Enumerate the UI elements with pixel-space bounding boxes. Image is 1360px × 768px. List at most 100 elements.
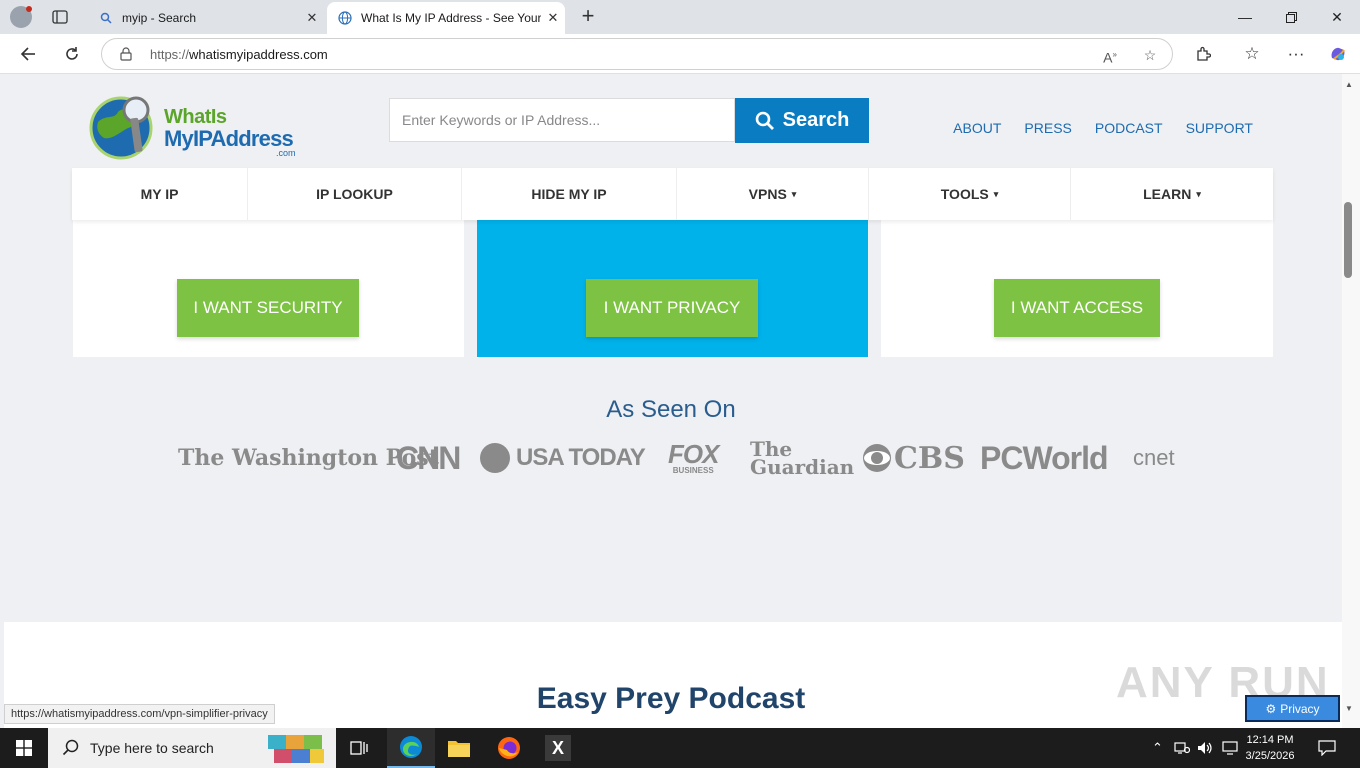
nav-label: VPNS [748,186,787,202]
file-explorer-icon[interactable] [435,728,483,768]
page-scrollbar[interactable] [1342,74,1360,728]
site-search-button[interactable]: Search [735,98,869,143]
globe-logo-icon [89,96,153,160]
i-want-privacy-button[interactable]: I WANT PRIVACY [586,279,758,337]
business-text: BUSINESS [672,466,714,475]
cta-cards: I WANT SECURITY I WANT PRIVACY I WANT AC… [72,220,1273,357]
i-want-security-button[interactable]: I WANT SECURITY [177,279,359,337]
link-support[interactable]: SUPPORT [1186,120,1253,136]
cbs-logo: CBS [862,438,965,478]
show-hidden-icons-chevron-icon[interactable]: ⌃ [1152,728,1163,768]
caret-down-icon: ▾ [791,188,797,199]
read-aloud-icon[interactable]: A» [1100,45,1120,66]
windows-taskbar: Type here to search X ⌃ 12:14 PM 3/25/20… [0,728,1360,768]
scroll-down-arrow-icon[interactable]: ▼ [1344,704,1354,713]
site-header: WhatIs MyIPAddress .com Search ABOUT PRE… [72,74,1273,168]
as-seen-on-heading: As Seen On [606,396,736,423]
url-host: whatismyipaddress.com [189,47,328,62]
fox-text: FOX [668,439,719,469]
new-tab-button[interactable]: + [576,4,600,28]
tab-actions-icon[interactable] [48,7,72,27]
cnn-logo: CNN [396,439,461,476]
nav-label: IP LOOKUP [316,186,393,202]
top-links: ABOUT PRESS PODCAST SUPPORT [930,120,1253,136]
address-bar[interactable]: https://whatismyipaddress.com A» ☆ [101,38,1173,70]
favorites-icon[interactable]: ☆ [1238,40,1266,68]
taskbar-search-placeholder: Type here to search [90,740,214,756]
site-search-input[interactable] [389,98,735,142]
display-icon[interactable] [1222,728,1238,768]
tab-strip: myip - Search ✕ What Is My IP Address - … [0,0,1360,34]
nav-label: TOOLS [940,186,989,202]
link-about[interactable]: ABOUT [953,120,1001,136]
copilot-icon[interactable] [1324,40,1352,68]
press-logos: The Washington Post CNN USA TODAY FOX BU… [178,438,1178,478]
task-view-icon[interactable] [336,728,384,768]
access-card: I WANT ACCESS [881,220,1273,357]
notifications-icon[interactable] [1318,728,1336,768]
globe-icon [337,10,353,26]
network-icon[interactable] [1174,728,1190,768]
gear-icon: ⚙ [1265,701,1277,716]
volume-icon[interactable] [1197,728,1213,768]
privacy-badge-label: Privacy [1280,701,1320,716]
edge-taskbar-icon[interactable] [387,728,435,768]
site-logo[interactable]: WhatIs MyIPAddress .com [88,92,298,162]
i-want-access-button[interactable]: I WANT ACCESS [994,279,1160,337]
nav-label: LEARN [1143,186,1192,202]
minimize-button[interactable]: — [1222,0,1268,34]
cnet-logo: cnet [1133,445,1175,470]
search-icon [62,739,79,756]
taskbar-search-box[interactable]: Type here to search [48,728,336,768]
scroll-up-arrow-icon[interactable]: ▲ [1344,80,1354,89]
search-icon [755,111,774,130]
tab-whatismyip[interactable]: What Is My IP Address - See Your ✕ [327,2,565,34]
nav-label: MY IP [140,186,179,202]
close-window-button[interactable]: ✕ [1314,0,1360,34]
system-clock[interactable]: 12:14 PM 3/25/2026 [1242,732,1298,764]
search-icon [98,10,114,26]
close-icon[interactable]: ✕ [541,10,565,26]
nav-tools[interactable]: TOOLS ▾ [869,168,1071,220]
refresh-icon[interactable] [58,40,86,68]
back-icon[interactable] [14,40,42,68]
security-card: I WANT SECURITY [73,220,464,357]
nav-label: HIDE MY IP [531,186,607,202]
nav-vpns[interactable]: VPNS ▾ [677,168,869,220]
search-button-label: Search [782,109,850,131]
nav-learn[interactable]: LEARN ▾ [1071,168,1273,220]
tab-title: What Is My IP Address - See Your [361,11,541,25]
more-menu-icon[interactable]: ··· [1282,40,1310,68]
nav-my-ip[interactable]: MY IP [72,168,248,220]
fox-business-logo: FOX BUSINESS [668,438,719,478]
close-icon[interactable]: ✕ [300,10,324,26]
pcworld-logo: PCWorld [980,439,1109,476]
cbs-eye-icon [863,444,891,472]
notification-dot [26,6,32,12]
lock-icon[interactable] [120,47,132,61]
x-letter-icon: X [545,735,571,761]
nav-ip-lookup[interactable]: IP LOOKUP [248,168,462,220]
search-highlight-puzzle-icon [266,731,328,765]
url-protocol: https:// [150,47,190,62]
clock-time: 12:14 PM [1246,734,1294,746]
scrollbar-thumb[interactable] [1344,202,1352,278]
logo-text-line3: .com [276,148,296,158]
windows-start-icon[interactable] [0,728,48,768]
url-text[interactable]: https://whatismyipaddress.com [150,47,328,62]
page-viewport: WhatIs MyIPAddress .com Search ABOUT PRE… [0,74,1342,728]
main-navigation: MY IP IP LOOKUP HIDE MY IP VPNS ▾ TOOLS ▾ … [72,168,1273,220]
restore-button[interactable] [1268,0,1314,34]
extensions-icon[interactable] [1189,40,1217,68]
privacy-badge[interactable]: ⚙ Privacy [1245,695,1340,722]
x-app-icon[interactable]: X [534,728,582,768]
guardian-logo: The Guardian [750,437,855,479]
tab-myip-search[interactable]: myip - Search ✕ [88,2,324,34]
favorite-star-icon[interactable]: ☆ [1140,45,1160,65]
usa-today-text: USA TODAY [516,444,646,471]
firefox-icon[interactable] [485,728,533,768]
nav-hide-my-ip[interactable]: HIDE MY IP [462,168,677,220]
link-podcast[interactable]: PODCAST [1095,120,1163,136]
link-press[interactable]: PRESS [1024,120,1071,136]
caret-down-icon: ▾ [993,188,999,199]
